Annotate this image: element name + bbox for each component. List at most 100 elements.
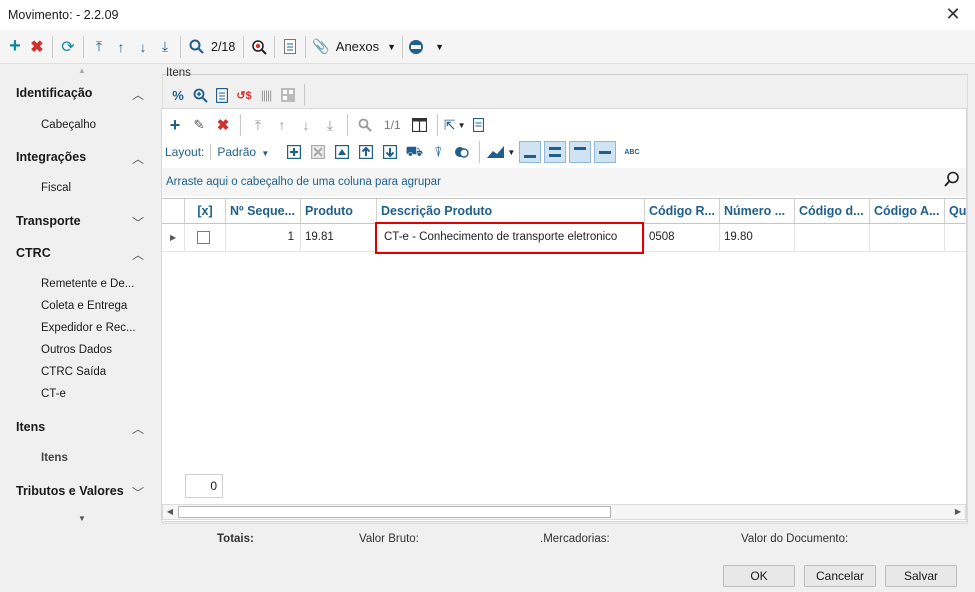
layout-split-button[interactable] xyxy=(544,141,567,163)
scroll-left-icon[interactable]: ◀ xyxy=(163,505,177,519)
search-icon[interactable] xyxy=(944,171,960,192)
column-header-codigo-d[interactable]: Código d... xyxy=(794,199,869,223)
codigo-r-cell[interactable]: 0508 xyxy=(644,224,719,251)
columns-icon[interactable] xyxy=(409,114,431,136)
qu-cell[interactable] xyxy=(944,224,966,251)
percent-icon[interactable]: % xyxy=(168,85,188,105)
chevron-down-icon: ▼ xyxy=(507,147,516,157)
move-up-icon[interactable] xyxy=(355,141,377,163)
chevron-up-icon[interactable]: ︿ xyxy=(132,150,144,167)
sidebar-section-itens[interactable]: Itens xyxy=(16,420,45,434)
barcode-icon[interactable]: ||||| xyxy=(256,85,276,105)
sidebar-section-identificacao[interactable]: Identificação xyxy=(16,86,92,100)
group-by-bar[interactable]: Arraste aqui o cabeçalho de uma coluna p… xyxy=(162,168,966,196)
cancel-button[interactable]: Cancelar xyxy=(804,565,876,587)
first-record-icon[interactable]: ⤒ xyxy=(247,114,269,136)
column-header-checkbox[interactable]: [x] xyxy=(184,199,225,223)
sidebar-item-outros-dados[interactable]: Outros Dados xyxy=(41,344,112,356)
chevron-up-icon[interactable]: ︿ xyxy=(132,420,144,437)
codigo-a-cell[interactable] xyxy=(869,224,944,251)
add-icon[interactable]: + xyxy=(164,114,186,136)
remove-row-icon[interactable] xyxy=(307,141,329,163)
codigo-d-cell[interactable] xyxy=(794,224,869,251)
delete-icon[interactable]: ✖ xyxy=(212,114,234,136)
layout-bottom-button[interactable] xyxy=(519,141,542,163)
layout-select[interactable]: Padrão ▼ xyxy=(217,145,269,159)
sidebar-section-transporte[interactable]: Transporte xyxy=(16,214,81,228)
paint-icon[interactable]: ⛟ xyxy=(403,141,425,163)
column-header-produto[interactable]: Produto xyxy=(300,199,376,223)
chevron-up-icon[interactable]: ︿ xyxy=(132,246,144,263)
abc-label[interactable]: ABC xyxy=(624,149,639,156)
attachments-button[interactable]: 📎 Anexos ▼ xyxy=(310,35,398,59)
ok-button[interactable]: OK xyxy=(723,565,795,587)
column-header-numero[interactable]: Número ... xyxy=(719,199,794,223)
produto-cell[interactable]: 19.81 xyxy=(300,224,376,251)
numero-cell[interactable]: 19.80 xyxy=(719,224,794,251)
toolbar-separator xyxy=(243,35,245,58)
row-checkbox[interactable] xyxy=(197,231,210,244)
horizontal-scrollbar[interactable]: ◀ ▶ xyxy=(162,504,966,520)
chevron-up-icon[interactable]: ▲ xyxy=(78,66,86,75)
sidebar-item-coleta[interactable]: Coleta e Entrega xyxy=(41,300,127,312)
search-icon[interactable] xyxy=(185,35,207,59)
last-record-icon[interactable]: ⤓ xyxy=(154,35,176,59)
sidebar-item-itens[interactable]: Itens xyxy=(41,452,68,464)
column-header-codigo-a[interactable]: Código A... xyxy=(869,199,944,223)
add-row-icon[interactable] xyxy=(283,141,305,163)
sidebar-section-tributos[interactable]: Tributos e Valores xyxy=(16,484,124,498)
edit-icon[interactable]: ✎ xyxy=(188,114,210,136)
sequence-cell[interactable]: 1 xyxy=(225,224,300,251)
chevron-down-icon[interactable]: ﹀ xyxy=(132,484,144,501)
column-header-descricao[interactable]: Descrição Produto xyxy=(376,199,644,223)
more-actions-button[interactable]: ▼ xyxy=(407,35,446,59)
qr-icon[interactable] xyxy=(278,85,298,105)
layout-middle-button[interactable] xyxy=(594,141,617,163)
next-record-icon[interactable]: ↓ xyxy=(132,35,154,59)
chevron-down-icon[interactable]: ▼ xyxy=(78,514,86,523)
previous-record-icon[interactable]: ↑ xyxy=(110,35,132,59)
zoom-search-icon[interactable] xyxy=(248,35,270,59)
column-header-sequence[interactable]: Nº Seque... xyxy=(225,199,300,223)
sidebar-item-fiscal[interactable]: Fiscal xyxy=(41,182,71,194)
add-icon[interactable]: + xyxy=(4,35,26,59)
zoom-in-icon[interactable] xyxy=(190,85,210,105)
previous-record-icon[interactable]: ↑ xyxy=(271,114,293,136)
sidebar-section-integracoes[interactable]: Integrações xyxy=(16,150,86,164)
move-down-icon[interactable] xyxy=(379,141,401,163)
sidebar-item-expedidor[interactable]: Expedidor e Rec... xyxy=(41,322,136,334)
page-icon[interactable] xyxy=(468,114,490,136)
next-record-icon[interactable]: ↓ xyxy=(295,114,317,136)
group-hint: Arraste aqui o cabeçalho de uma coluna p… xyxy=(166,176,441,188)
first-record-icon[interactable]: ⤒ xyxy=(88,35,110,59)
save-button[interactable]: Salvar xyxy=(885,565,957,587)
chevron-down-icon[interactable]: ﹀ xyxy=(132,214,144,231)
toolbar-separator xyxy=(436,114,438,136)
layout-value: Padrão xyxy=(217,145,257,159)
sidebar-section-ctrc[interactable]: CTRC xyxy=(16,246,51,260)
report-icon[interactable] xyxy=(279,35,301,59)
chevron-up-icon[interactable]: ︿ xyxy=(132,86,144,103)
column-header-codigo-r[interactable]: Código R... xyxy=(644,199,719,223)
restore-icon[interactable] xyxy=(331,141,353,163)
delete-icon[interactable]: ✖ xyxy=(26,35,48,59)
shapes-icon[interactable] xyxy=(451,141,473,163)
search-icon[interactable] xyxy=(354,114,376,136)
scroll-right-icon[interactable]: ▶ xyxy=(951,505,965,519)
column-header-qu[interactable]: Qu xyxy=(944,199,966,223)
scrollbar-thumb[interactable] xyxy=(178,506,611,518)
layout-top-button[interactable] xyxy=(569,141,592,163)
document-icon[interactable] xyxy=(212,85,232,105)
refresh-icon[interactable]: ⟳ xyxy=(57,35,79,59)
sidebar-item-cabecalho[interactable]: Cabeçalho xyxy=(41,119,96,131)
sidebar-item-remetente[interactable]: Remetente e De... xyxy=(41,278,134,290)
pin-icon[interactable]: ⍒ xyxy=(427,141,449,163)
sidebar-item-cte[interactable]: CT-e xyxy=(41,388,66,400)
price-icon[interactable]: ↺$ xyxy=(234,85,254,105)
chart-icon[interactable]: ▼ xyxy=(486,141,516,163)
export-icon[interactable]: ⇱ ▼ xyxy=(444,114,466,136)
close-icon[interactable]: ✕ xyxy=(943,4,963,25)
sidebar-item-ctrc-saida[interactable]: CTRC Saída xyxy=(41,366,106,378)
chevron-down-icon: ▼ xyxy=(435,41,444,52)
last-record-icon[interactable]: ⤓ xyxy=(319,114,341,136)
